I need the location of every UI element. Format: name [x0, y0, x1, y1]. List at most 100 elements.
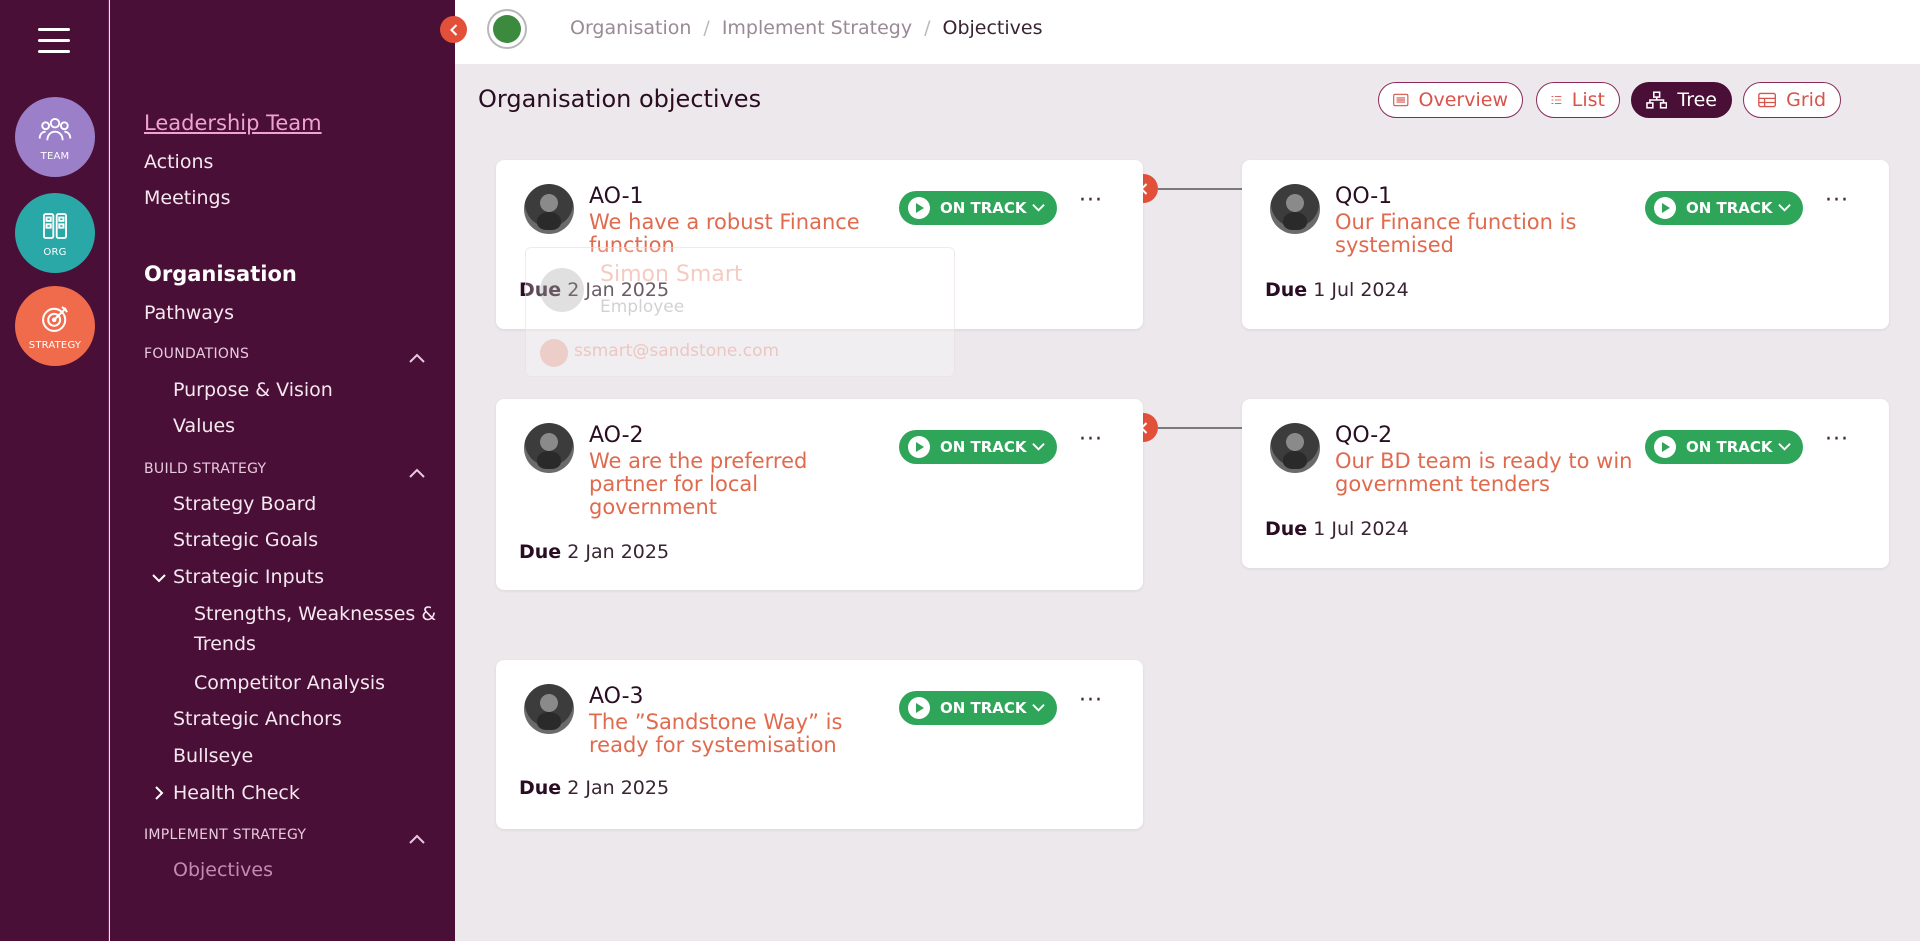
due-value: 1 Jul 2024: [1313, 518, 1409, 540]
status-label: ON TRACK: [940, 438, 1027, 456]
due-value: 2 Jan 2025: [567, 279, 670, 301]
email-icon: [540, 339, 568, 367]
objective-card-ao1[interactable]: AO-1 We have a robust Finance function O…: [496, 160, 1143, 329]
view-list-label: List: [1571, 89, 1605, 111]
due-label: Due: [1265, 279, 1308, 301]
chevron-left-icon: [449, 23, 457, 36]
objective-code: QO-1: [1335, 184, 1393, 209]
grid-icon: [1758, 92, 1776, 108]
sidebar-section-implement-strategy: IMPLEMENT STRATEGY: [144, 827, 307, 843]
objective-card-qo2[interactable]: QO-2 Our BD team is ready to win governm…: [1242, 399, 1889, 568]
avatar[interactable]: [524, 184, 574, 234]
objective-title[interactable]: Our BD team is ready to win government t…: [1335, 450, 1645, 496]
play-icon: [908, 436, 930, 458]
hamburger-menu-icon[interactable]: [38, 28, 70, 54]
objective-card-qo1[interactable]: QO-1 Our Finance function is systemised …: [1242, 160, 1889, 329]
sidebar-item-bullseye[interactable]: Bullseye: [173, 745, 253, 767]
objective-card-ao3[interactable]: AO-3 The ”Sandstone Way” is ready for sy…: [496, 660, 1143, 829]
more-options-icon[interactable]: ···: [1079, 190, 1105, 214]
sidebar-section-foundations: FOUNDATIONS: [144, 346, 250, 362]
avatar[interactable]: [524, 684, 574, 734]
list-icon: [1551, 96, 1562, 104]
collapse-sidebar-button[interactable]: [440, 16, 467, 43]
sidebar-nav: Leadership Team Actions Meetings Organis…: [110, 0, 455, 941]
more-options-icon[interactable]: ···: [1079, 690, 1105, 714]
rail-team-button[interactable]: TEAM: [15, 97, 95, 177]
org-icon: [43, 212, 67, 239]
due-value: 2 Jan 2025: [567, 541, 670, 563]
overview-icon: [1393, 93, 1409, 107]
tree-connector-line: [1158, 427, 1242, 429]
view-tree-button[interactable]: Tree: [1631, 82, 1732, 118]
play-icon: [908, 197, 930, 219]
objective-title[interactable]: Our Finance function is systemised: [1335, 211, 1645, 257]
play-icon: [908, 697, 930, 719]
sidebar-item-strategic-inputs[interactable]: Strategic Inputs: [173, 566, 324, 588]
sidebar-item-objectives[interactable]: Objectives: [173, 859, 273, 881]
sidebar-section-build-strategy: BUILD STRATEGY: [144, 461, 267, 477]
chevron-up-icon[interactable]: [408, 464, 426, 478]
sidebar-item-leadership-team[interactable]: Leadership Team: [144, 111, 322, 135]
objective-title[interactable]: We have a robust Finance function: [589, 211, 899, 257]
rail-team-label: TEAM: [40, 150, 70, 162]
chevron-down-icon: [1032, 204, 1045, 212]
due-date: Due 1 Jul 2024: [1265, 518, 1409, 540]
sidebar-item-health-check[interactable]: Health Check: [173, 782, 300, 804]
status-dropdown[interactable]: ON TRACK: [1645, 430, 1803, 464]
objective-code: AO-1: [589, 184, 644, 209]
sidebar-item-strategic-goals[interactable]: Strategic Goals: [173, 529, 318, 551]
objective-code: QO-2: [1335, 423, 1393, 448]
avatar[interactable]: [1270, 423, 1320, 473]
breadcrumb-implement-strategy[interactable]: Implement Strategy: [722, 17, 912, 39]
chevron-up-icon[interactable]: [408, 830, 426, 844]
objective-title[interactable]: We are the preferred partner for local g…: [589, 450, 839, 519]
view-overview-button[interactable]: Overview: [1378, 82, 1523, 118]
play-icon: [1654, 197, 1676, 219]
sidebar-heading-organisation[interactable]: Organisation: [144, 262, 297, 286]
status-dropdown[interactable]: ON TRACK: [899, 191, 1057, 225]
avatar[interactable]: [1270, 184, 1320, 234]
sidebar-item-meetings[interactable]: Meetings: [144, 187, 231, 209]
avatar[interactable]: [524, 423, 574, 473]
status-dropdown[interactable]: ON TRACK: [1645, 191, 1803, 225]
view-list-button[interactable]: List: [1536, 82, 1620, 118]
sidebar-item-purpose-vision[interactable]: Purpose & Vision: [173, 379, 333, 401]
status-dropdown[interactable]: ON TRACK: [899, 430, 1057, 464]
due-value: 2 Jan 2025: [567, 777, 670, 799]
status-label: ON TRACK: [1686, 438, 1773, 456]
view-grid-button[interactable]: Grid: [1743, 82, 1841, 118]
view-overview-label: Overview: [1418, 89, 1508, 111]
rail-org-label: ORG: [43, 246, 67, 258]
breadcrumb-separator: /: [703, 17, 710, 39]
sidebar-item-swt-line2[interactable]: Trends: [194, 633, 256, 655]
sidebar-item-values[interactable]: Values: [173, 415, 235, 437]
objective-title[interactable]: The ”Sandstone Way” is ready for systemi…: [589, 711, 899, 757]
more-options-icon[interactable]: ···: [1825, 190, 1851, 214]
sidebar-item-competitor-analysis[interactable]: Competitor Analysis: [194, 672, 385, 694]
sidebar-item-pathways[interactable]: Pathways: [144, 302, 234, 324]
play-icon: [1654, 436, 1676, 458]
status-dropdown[interactable]: ON TRACK: [899, 691, 1057, 725]
breadcrumb: Organisation / Implement Strategy / Obje…: [570, 17, 1043, 39]
company-logo[interactable]: [487, 9, 527, 49]
chevron-up-icon[interactable]: [408, 349, 426, 363]
rail-strategy-button[interactable]: STRATEGY: [15, 286, 95, 366]
more-options-icon[interactable]: ···: [1825, 429, 1851, 453]
objective-code: AO-3: [589, 684, 644, 709]
sidebar-item-actions[interactable]: Actions: [144, 151, 213, 173]
sidebar-item-swt-line1[interactable]: Strengths, Weaknesses &: [194, 603, 436, 625]
more-options-icon[interactable]: ···: [1079, 429, 1105, 453]
rail-strategy-label: STRATEGY: [28, 339, 82, 351]
objective-card-ao2[interactable]: AO-2 We are the preferred partner for lo…: [496, 399, 1143, 590]
left-rail: TEAM ORG STRATEGY: [0, 0, 109, 941]
chevron-down-icon[interactable]: [152, 569, 166, 587]
breadcrumb-organisation[interactable]: Organisation: [570, 17, 691, 39]
chevron-right-icon[interactable]: [154, 786, 164, 804]
sidebar-item-strategic-anchors[interactable]: Strategic Anchors: [173, 708, 342, 730]
sidebar-item-strategy-board[interactable]: Strategy Board: [173, 493, 316, 515]
rail-org-button[interactable]: ORG: [15, 193, 95, 273]
due-label: Due: [519, 777, 562, 799]
view-grid-label: Grid: [1786, 89, 1826, 111]
tooltip-email: ssmart@sandstone.com: [574, 341, 780, 361]
view-tree-label: Tree: [1677, 89, 1717, 111]
